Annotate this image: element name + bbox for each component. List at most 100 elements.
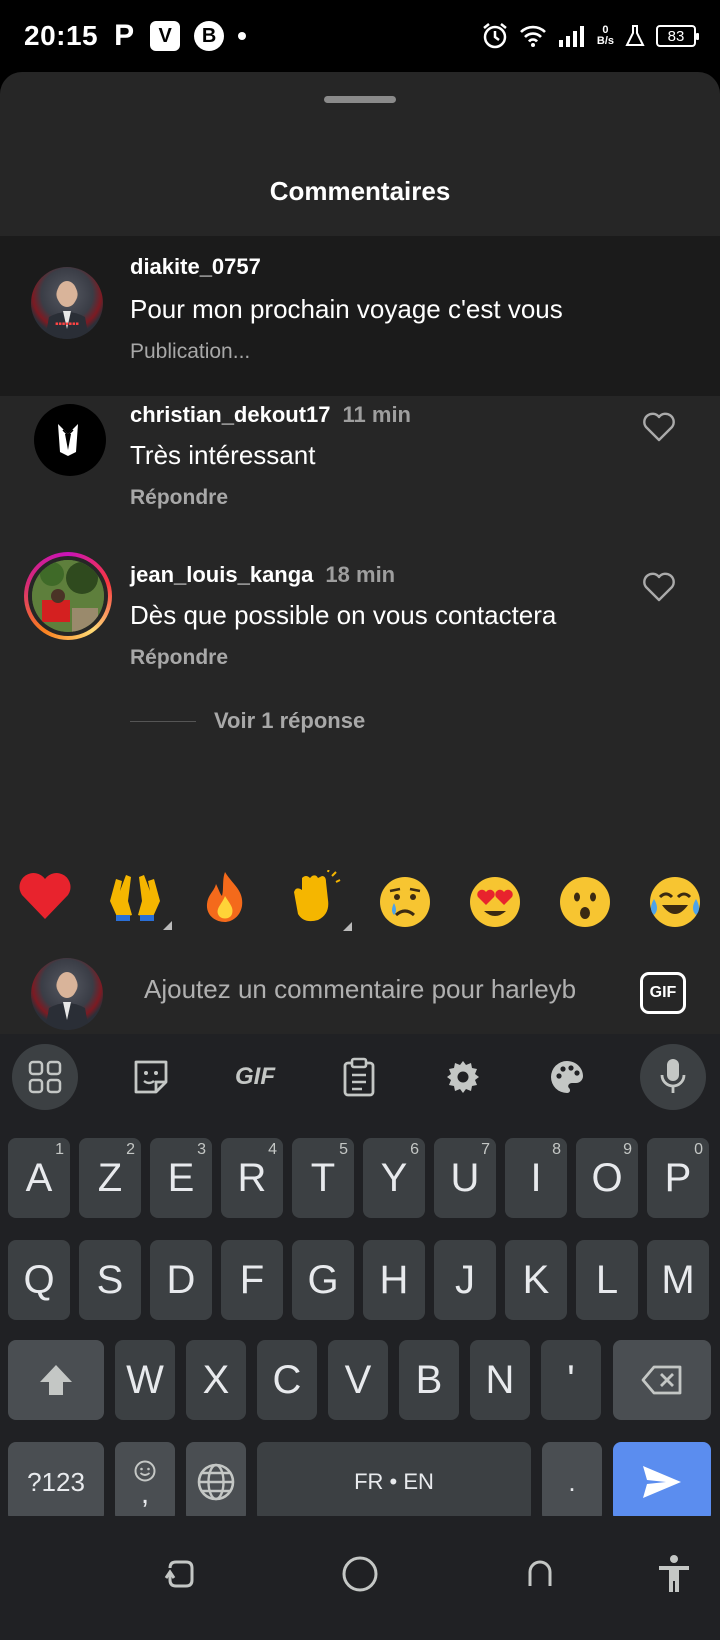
like-heart-icon[interactable] (642, 412, 676, 442)
key-b[interactable]: B (399, 1340, 459, 1420)
key-k[interactable]: K (505, 1240, 567, 1320)
gif-button[interactable]: GIF (640, 972, 686, 1014)
comment-username[interactable]: christian_dekout17 11 min (130, 402, 411, 428)
language-key[interactable] (186, 1442, 246, 1522)
reply-button[interactable]: Répondre (130, 646, 228, 670)
shift-key[interactable] (8, 1340, 104, 1420)
avatar[interactable] (32, 560, 104, 632)
backspace-icon (641, 1365, 682, 1395)
avatar[interactable] (34, 404, 106, 476)
key-f[interactable]: F (221, 1240, 283, 1320)
key-j[interactable]: J (434, 1240, 496, 1320)
key-hint: 1 (55, 1141, 64, 1158)
avatar[interactable]: ▪▪▪▪▪▪▪ (31, 267, 103, 339)
recents-icon (164, 1560, 194, 1588)
key-hint: 7 (481, 1141, 490, 1158)
settings-gear-icon[interactable] (430, 1044, 496, 1110)
clipboard-icon[interactable] (326, 1044, 392, 1110)
key-v[interactable]: V (328, 1340, 388, 1420)
username-text[interactable]: jean_louis_kanga (130, 562, 313, 587)
back-button[interactable] (516, 1550, 564, 1598)
key-hint: 3 (197, 1141, 206, 1158)
view-replies-button[interactable]: Voir 1 réponse (130, 708, 365, 734)
key-n[interactable]: N (470, 1340, 530, 1420)
story-ring[interactable] (24, 552, 112, 640)
recents-button[interactable] (156, 1550, 204, 1598)
theme-palette-icon[interactable] (534, 1044, 600, 1110)
key-z[interactable]: Z2 (79, 1138, 141, 1218)
key-d[interactable]: D (150, 1240, 212, 1320)
key-p[interactable]: P0 (647, 1138, 709, 1218)
key-g[interactable]: G (292, 1240, 354, 1320)
username-text[interactable]: christian_dekout17 (130, 402, 331, 427)
key-label: R (237, 1155, 267, 1200)
key-u[interactable]: U7 (434, 1138, 496, 1218)
gif-keyboard-button[interactable]: GIF (222, 1044, 288, 1110)
key-c[interactable]: C (257, 1340, 317, 1420)
reply-button[interactable]: Répondre (130, 486, 228, 510)
key-apostrophe[interactable]: ' (541, 1340, 601, 1420)
key-w[interactable]: W (115, 1340, 175, 1420)
comment-text: Dès que possible on vous contactera (130, 600, 557, 630)
period-key[interactable]: . (542, 1442, 602, 1522)
key-h[interactable]: H (363, 1240, 425, 1320)
key-hint: 9 (623, 1141, 632, 1158)
view-replies-label[interactable]: Voir 1 réponse (214, 708, 365, 734)
backspace-key[interactable] (613, 1340, 711, 1420)
symbols-key[interactable]: ?123 (8, 1442, 104, 1522)
globe-icon (197, 1463, 235, 1501)
crying-face-emoji-icon[interactable] (376, 877, 434, 927)
app-b-icon: B (194, 21, 225, 51)
key-x[interactable]: X (186, 1340, 246, 1420)
key-o[interactable]: O9 (576, 1138, 638, 1218)
key-hint: 4 (268, 1141, 277, 1158)
key-t[interactable]: T5 (292, 1138, 354, 1218)
comment-input[interactable]: Ajoutez un commentaire pour harleyb (144, 974, 576, 1005)
key-label: T (310, 1155, 336, 1200)
like-heart-icon[interactable] (642, 572, 676, 602)
key-r[interactable]: R4 (221, 1138, 283, 1218)
navigation-bar (0, 1516, 720, 1640)
sticker-icon[interactable] (118, 1044, 184, 1110)
signal-icon (558, 26, 584, 47)
heart-eyes-emoji-icon[interactable] (466, 877, 524, 927)
key-e[interactable]: E3 (150, 1138, 212, 1218)
apps-grid-icon[interactable] (12, 1044, 78, 1110)
key-q[interactable]: Q (8, 1240, 70, 1320)
clapping-hands-emoji-icon[interactable] (286, 867, 352, 935)
key-y[interactable]: Y6 (363, 1138, 425, 1218)
variant-indicator-icon (163, 920, 172, 930)
sheet-drag-handle[interactable] (324, 96, 396, 103)
raised-hands-emoji-icon[interactable] (106, 871, 172, 934)
key-s[interactable]: S (79, 1240, 141, 1320)
fire-emoji-icon[interactable] (196, 870, 254, 935)
send-key[interactable] (613, 1442, 711, 1522)
key-hint: 6 (410, 1141, 419, 1158)
surprised-face-emoji-icon[interactable] (556, 877, 614, 927)
battery-level: 83 (667, 27, 685, 45)
key-l[interactable]: L (576, 1240, 638, 1320)
key-i[interactable]: I8 (505, 1138, 567, 1218)
status-time: 20:15 (24, 20, 99, 51)
key-a[interactable]: A1 (8, 1138, 70, 1218)
heart-emoji-icon[interactable] (16, 872, 74, 933)
shift-arrow-icon (40, 1365, 72, 1395)
key-label: P (664, 1155, 692, 1200)
battery-indicator: 83 (656, 25, 699, 47)
sheet-title: Commentaires (269, 176, 451, 206)
comment-time: 11 min (342, 402, 411, 427)
tears-of-joy-emoji-icon[interactable] (646, 877, 704, 927)
comma-emoji-key[interactable]: , (115, 1442, 175, 1522)
caption-subtext: Publication... (130, 340, 251, 363)
space-key[interactable]: FR • EN (257, 1442, 531, 1522)
accessibility-button[interactable] (650, 1550, 698, 1598)
key-label: A (25, 1155, 53, 1200)
key-hint: 2 (126, 1141, 135, 1158)
home-button[interactable] (336, 1550, 384, 1598)
comment-username[interactable]: jean_louis_kanga 18 min (130, 562, 395, 588)
key-m[interactable]: M (647, 1240, 709, 1320)
microphone-icon[interactable] (640, 1044, 706, 1110)
caption-username[interactable]: diakite_0757 (130, 254, 261, 280)
accessibility-icon (659, 1555, 689, 1592)
home-circle-icon (342, 1556, 378, 1592)
